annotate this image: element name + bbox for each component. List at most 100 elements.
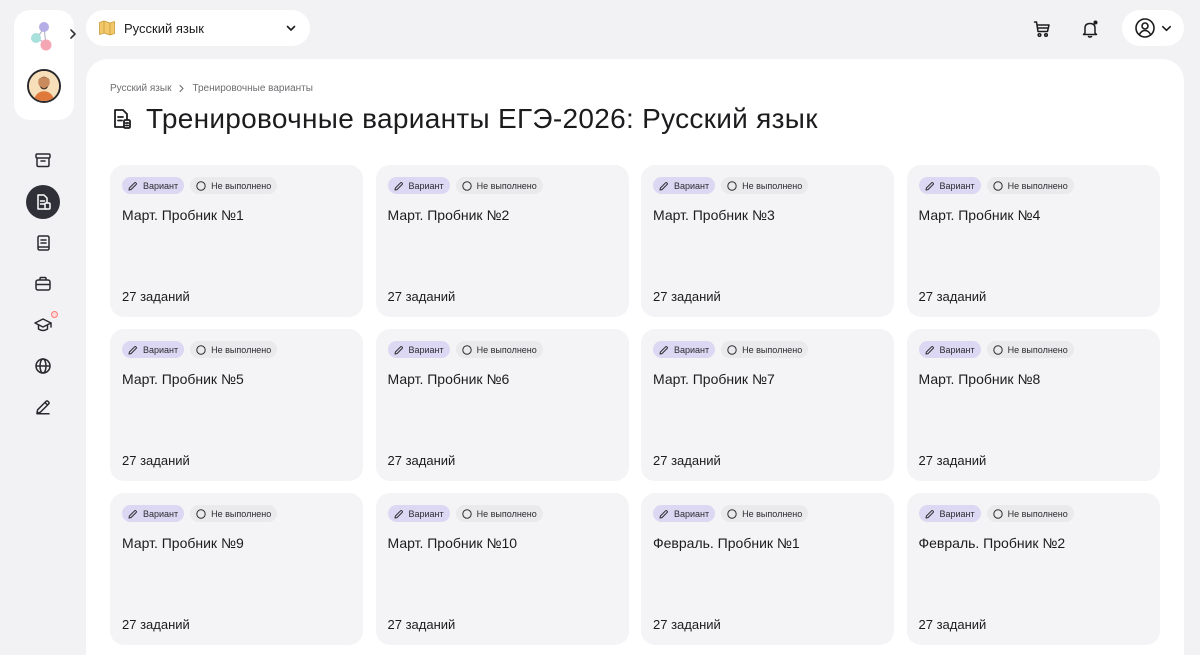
task-count: 27 заданий — [918, 289, 987, 304]
task-count: 27 заданий — [918, 617, 987, 632]
task-count: 27 заданий — [387, 289, 456, 304]
card-title: Март. Пробник №9 — [122, 535, 244, 551]
pencil-icon — [128, 345, 137, 354]
sidebar-item-courses[interactable] — [26, 308, 60, 342]
status-badge: Не выполнено — [190, 177, 278, 194]
empty-circle-icon — [461, 508, 472, 519]
main-panel: Русский язык Тренировочные варианты Трен… — [86, 59, 1184, 655]
document-list-icon — [37, 194, 51, 210]
notifications-button[interactable] — [1077, 16, 1103, 42]
variant-tag: Вариант — [122, 341, 185, 358]
subject-label: Русский язык — [124, 20, 204, 36]
variant-tag-label: Вариант — [143, 180, 179, 191]
variant-tag-label: Вариант — [143, 344, 179, 355]
variant-card[interactable]: Вариант Не выполнено Март. Пробник №9 27… — [110, 493, 363, 645]
card-title: Март. Пробник №10 — [387, 535, 518, 551]
variant-card[interactable]: Вариант Не выполнено Март. Пробник №10 2… — [375, 493, 629, 645]
avatar[interactable] — [27, 69, 61, 103]
variant-tag: Вариант — [122, 505, 185, 522]
toolbox-icon — [35, 276, 51, 291]
empty-circle-icon — [727, 344, 737, 355]
pencil-icon — [925, 181, 934, 190]
user-circle-icon — [1134, 18, 1155, 38]
variant-card[interactable]: Вариант Не выполнено Март. Пробник №4 27… — [906, 165, 1160, 317]
breadcrumb-item-current: Тренировочные варианты — [192, 83, 313, 94]
sidebar-item-editor[interactable] — [26, 390, 60, 424]
subject-selector[interactable]: Русский язык — [86, 10, 310, 46]
status-badge: Не выполнено — [721, 177, 809, 194]
document-list-icon — [114, 109, 131, 129]
status-label: Не выполнено — [1007, 344, 1068, 355]
empty-circle-icon — [992, 180, 1003, 191]
graduation-cap-icon — [34, 318, 52, 332]
variant-card[interactable]: Вариант Не выполнено Март. Пробник №8 27… — [906, 329, 1160, 481]
variant-card[interactable]: Вариант Не выполнено Февраль. Пробник №1… — [641, 493, 894, 645]
empty-circle-icon — [992, 508, 1003, 519]
sidebar-item-notebook[interactable] — [26, 226, 60, 260]
task-count: 27 заданий — [122, 289, 190, 304]
task-count: 27 заданий — [387, 453, 456, 468]
notification-dot — [51, 311, 58, 318]
card-tags: Вариант Не выполнено — [387, 505, 543, 522]
variant-tag-label: Вариант — [408, 180, 444, 191]
variant-card[interactable]: Вариант Не выполнено Март. Пробник №3 27… — [641, 165, 894, 317]
card-title: Март. Пробник №3 — [653, 207, 775, 223]
variant-card[interactable]: Вариант Не выполнено Февраль. Пробник №2… — [906, 493, 1160, 645]
status-label: Не выполнено — [476, 180, 537, 191]
card-tags: Вариант Не выполнено — [918, 341, 1074, 358]
logo-card — [14, 10, 74, 120]
variant-card[interactable]: Вариант Не выполнено Март. Пробник №5 27… — [110, 329, 363, 481]
breadcrumb-item-subject[interactable]: Русский язык — [110, 83, 171, 94]
empty-circle-icon — [461, 180, 472, 191]
task-count: 27 заданий — [653, 289, 721, 304]
chevron-down-icon — [1161, 25, 1171, 31]
card-title: Февраль. Пробник №1 — [653, 535, 800, 551]
pencil-icon — [659, 509, 668, 518]
card-tags: Вариант Не выполнено — [653, 177, 809, 194]
globe-icon — [35, 358, 51, 374]
card-title: Март. Пробник №2 — [387, 207, 510, 223]
empty-circle-icon — [196, 344, 206, 355]
status-label: Не выполнено — [476, 508, 537, 519]
variant-tag: Вариант — [387, 505, 450, 522]
variant-tag-label: Вариант — [674, 180, 710, 191]
variant-card[interactable]: Вариант Не выполнено Март. Пробник №6 27… — [375, 329, 629, 481]
status-badge: Не выполнено — [721, 341, 809, 358]
variant-tag-label: Вариант — [939, 180, 975, 191]
logo-icon[interactable] — [28, 20, 58, 54]
status-badge: Не выполнено — [455, 177, 543, 194]
status-label: Не выполнено — [476, 344, 537, 355]
card-title: Февраль. Пробник №2 — [918, 535, 1066, 551]
variant-card[interactable]: Вариант Не выполнено Март. Пробник №7 27… — [641, 329, 894, 481]
task-count: 27 заданий — [653, 453, 721, 468]
sidebar-item-globe[interactable] — [26, 349, 60, 383]
pencil-icon — [925, 345, 934, 354]
status-label: Не выполнено — [1007, 508, 1068, 519]
variant-tag: Вариант — [653, 505, 716, 522]
variant-tag-label: Вариант — [674, 508, 710, 519]
pencil-icon — [128, 181, 137, 190]
empty-circle-icon — [196, 180, 206, 191]
status-label: Не выполнено — [742, 508, 803, 519]
variant-card[interactable]: Вариант Не выполнено Март. Пробник №1 27… — [110, 165, 363, 317]
variant-tag-label: Вариант — [939, 508, 975, 519]
archive-icon — [35, 153, 51, 168]
rail-expand-chevron-icon[interactable] — [66, 27, 80, 41]
user-menu[interactable] — [1122, 10, 1184, 46]
variant-tag: Вариант — [918, 341, 981, 358]
card-title: Март. Пробник №1 — [122, 207, 244, 223]
status-badge: Не выполнено — [190, 505, 278, 522]
card-tags: Вариант Не выполнено — [387, 341, 543, 358]
sidebar-item-archive[interactable] — [26, 143, 60, 177]
card-tags: Вариант Не выполнено — [653, 341, 809, 358]
sidebar-item-variants[interactable] — [26, 185, 60, 219]
task-count: 27 заданий — [122, 453, 190, 468]
sidebar-item-toolbox[interactable] — [26, 267, 60, 301]
variant-tag: Вариант — [653, 341, 716, 358]
cart-button[interactable] — [1029, 16, 1055, 42]
variant-card[interactable]: Вариант Не выполнено Март. Пробник №2 27… — [375, 165, 629, 317]
cart-icon — [1033, 21, 1050, 38]
variant-tag: Вариант — [653, 177, 716, 194]
card-title: Март. Пробник №6 — [387, 371, 510, 387]
task-count: 27 заданий — [918, 453, 987, 468]
